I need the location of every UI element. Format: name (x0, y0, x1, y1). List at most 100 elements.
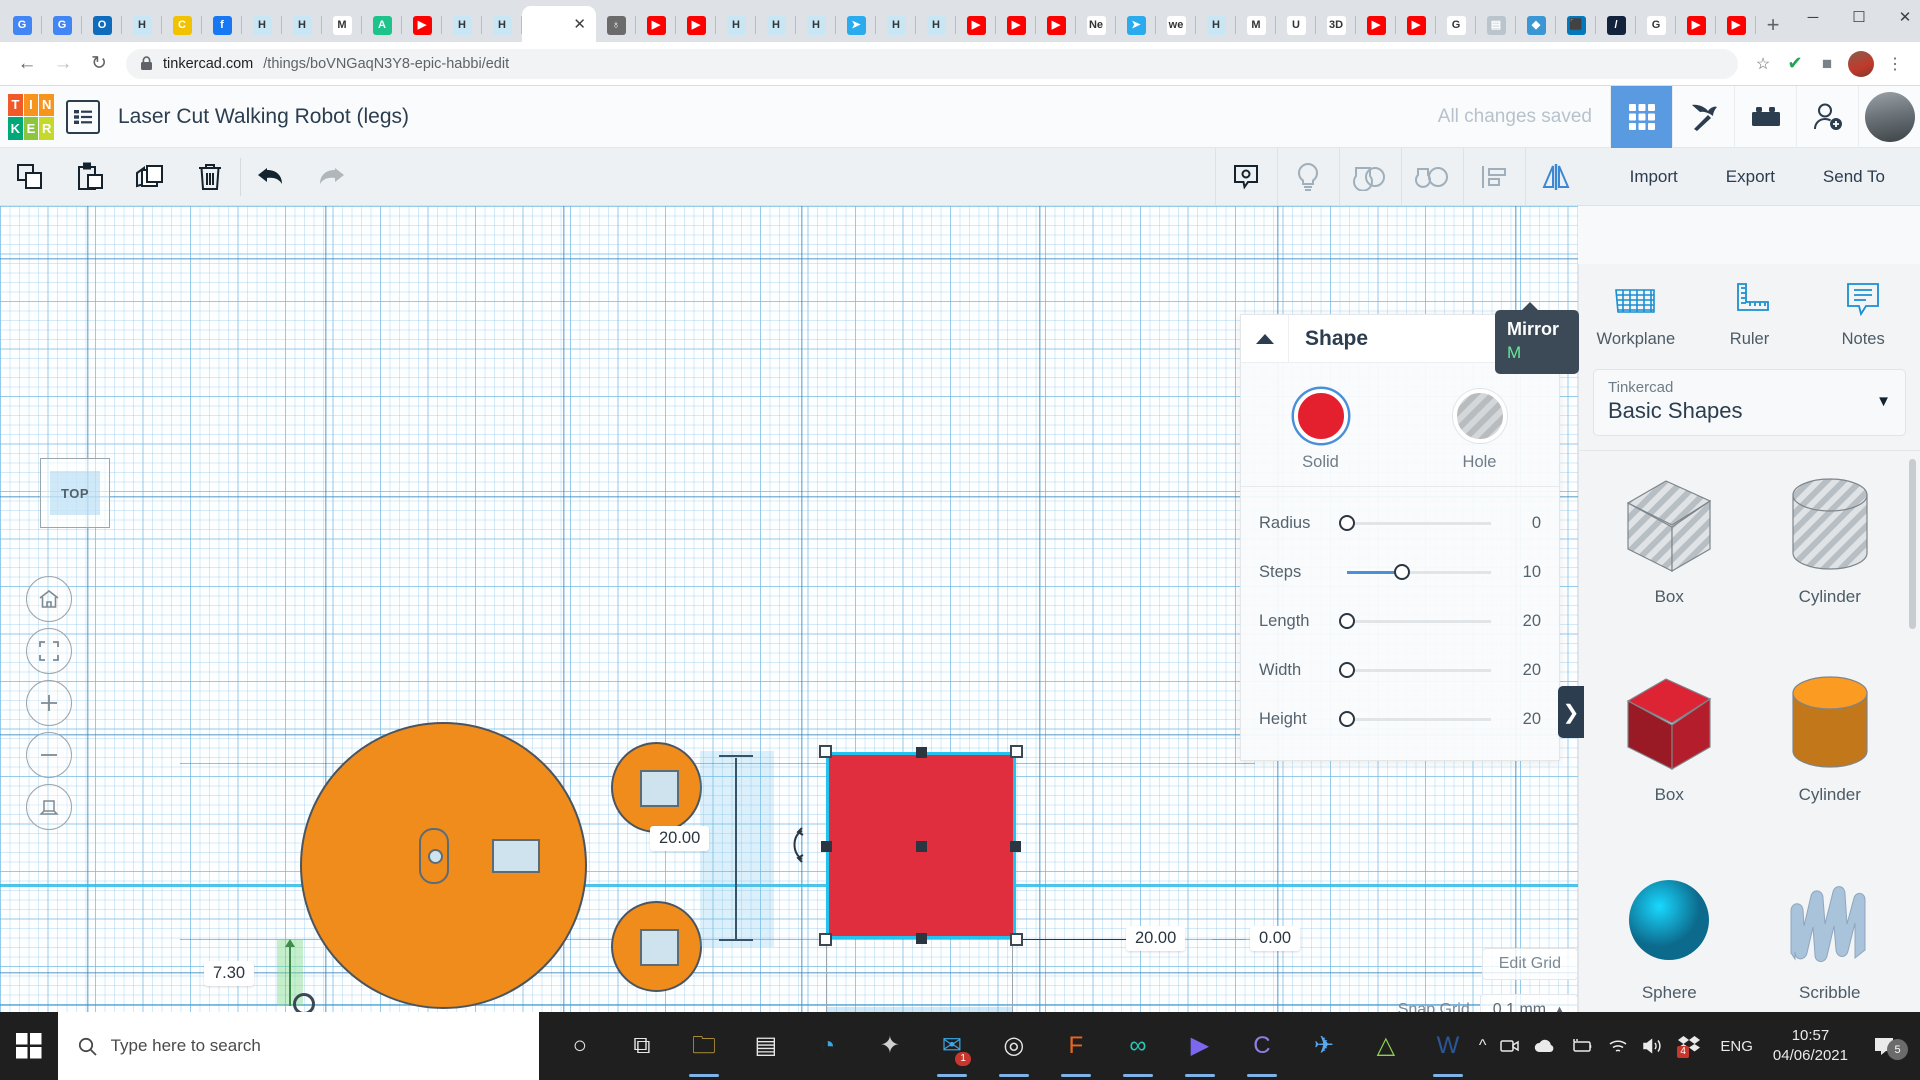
language-indicator[interactable]: ENG (1720, 1038, 1753, 1055)
google-translate-tab[interactable]: G (42, 8, 82, 42)
library-category-select[interactable]: Tinkercad Basic Shapes ▼ (1593, 369, 1906, 436)
height-slider-track[interactable] (1339, 711, 1491, 727)
resize-handle-bl[interactable] (819, 933, 832, 946)
flipgrid-button[interactable]: F (1045, 1012, 1107, 1080)
group-icon[interactable] (1338, 147, 1401, 206)
hole-swatch[interactable] (1452, 389, 1507, 443)
paste-button[interactable] (60, 148, 120, 206)
show-hidden-icons-button[interactable]: ^ (1479, 1037, 1487, 1055)
youtube-tab[interactable]: ▶ (1036, 8, 1076, 42)
width-slider[interactable]: Width 20 (1241, 646, 1559, 695)
edit-grid-button[interactable]: Edit Grid (1481, 948, 1578, 980)
facebook-tab[interactable]: f (202, 8, 242, 42)
lego-brick-icon[interactable] (1734, 85, 1796, 148)
width-dimension-label[interactable]: 20.00 (1126, 926, 1186, 951)
height-slider-knob[interactable] (1339, 711, 1355, 727)
habbo-tab[interactable]: H (242, 8, 282, 42)
grid-view-icon[interactable] (1610, 85, 1672, 148)
3d-tab[interactable]: 3D (1316, 8, 1356, 42)
safety-button[interactable]: △ (1355, 1012, 1417, 1080)
send-to-button[interactable]: Send To (1802, 157, 1906, 197)
wetransfer-tab[interactable]: we (1156, 8, 1196, 42)
rotate-handle[interactable] (784, 826, 810, 869)
library-scrollbar[interactable] (1909, 459, 1916, 629)
length-slider[interactable]: Length 20 (1241, 597, 1559, 646)
panel-collapse-button[interactable]: ❯ (1558, 686, 1584, 738)
hole-option[interactable]: Hole (1400, 389, 1559, 472)
copy-button[interactable] (0, 148, 60, 206)
habbo-tab[interactable]: H (716, 8, 756, 42)
selected-box-shape[interactable] (819, 745, 1023, 946)
redo-button[interactable] (301, 148, 361, 206)
file-explorer-button[interactable]: 🗀 (673, 1012, 735, 1080)
resize-handle-tl[interactable] (819, 745, 832, 758)
url-bar[interactable]: tinkercad.com/things/boVNGaqN3Y8-epic-ha… (126, 48, 1738, 79)
layers-tab[interactable]: ◆ (1516, 8, 1556, 42)
habbo-tab[interactable]: H (122, 8, 162, 42)
panels-toggle-button[interactable] (66, 99, 100, 134)
habbo-tab[interactable]: H (796, 8, 836, 42)
store-button[interactable]: ▤ (735, 1012, 797, 1080)
dropbox-icon[interactable]: 4 (1677, 1035, 1701, 1058)
delete-button[interactable] (180, 148, 240, 206)
width-slider-track[interactable] (1339, 662, 1491, 678)
mirror-icon[interactable] (1524, 147, 1587, 206)
habbo-tab[interactable]: H (482, 8, 522, 42)
lightbulb-icon[interactable] (1276, 147, 1339, 206)
habbo-tab[interactable]: H (916, 8, 956, 42)
invite-user-icon[interactable] (1796, 85, 1858, 148)
task-view-button[interactable]: ○ (549, 1012, 611, 1080)
width-slider-knob[interactable] (1339, 662, 1355, 678)
shape-cylinder-hole[interactable]: Cylinder (1750, 469, 1911, 657)
radius-slider-value[interactable]: 0 (1507, 514, 1541, 533)
taskbar-search[interactable]: Type here to search (57, 1012, 539, 1080)
solid-option[interactable]: Solid (1241, 389, 1400, 472)
minimize-button[interactable]: ─ (1790, 0, 1836, 34)
back-button[interactable]: ← (10, 47, 44, 81)
height-slider[interactable]: Height 20 (1241, 695, 1559, 744)
unity-tab[interactable]: U (1276, 8, 1316, 42)
document-title[interactable]: Laser Cut Walking Robot (legs) (118, 105, 409, 129)
gmail-tab[interactable]: M (1236, 8, 1276, 42)
start-button[interactable] (0, 1012, 58, 1080)
habbo-tab[interactable]: H (442, 8, 482, 42)
small-disc-bottom[interactable] (611, 901, 702, 992)
user-avatar[interactable] (1858, 85, 1920, 148)
infinity-button[interactable]: ∞ (1107, 1012, 1169, 1080)
google-tab[interactable]: G (1436, 8, 1476, 42)
close-window-button[interactable]: ✕ (1882, 0, 1920, 34)
profile-avatar[interactable] (1848, 50, 1874, 77)
height-handle-center[interactable] (916, 840, 927, 852)
ortho-perspective-button[interactable] (26, 784, 72, 830)
telegram-tab[interactable]: ➤ (1116, 8, 1156, 42)
height-dimension-label[interactable]: 20.00 (650, 826, 710, 851)
teams-button[interactable]: C (1231, 1012, 1293, 1080)
tinkercad-tab[interactable]: ✕ (522, 6, 596, 42)
reload-button[interactable]: ↻ (82, 47, 116, 81)
import-button[interactable]: Import (1609, 157, 1699, 197)
google-translate-tab[interactable]: G (2, 8, 42, 42)
resize-handle-tr[interactable] (1010, 745, 1023, 758)
notes-icon[interactable] (1214, 147, 1277, 206)
duplicate-button[interactable] (120, 148, 180, 206)
youtube-tab[interactable]: ▶ (1676, 8, 1716, 42)
solid-color-swatch[interactable] (1293, 389, 1348, 443)
mojang-tab[interactable]: M (322, 8, 362, 42)
shape-box-hole[interactable]: Box (1589, 469, 1750, 657)
youtube-tab[interactable]: ▶ (676, 8, 716, 42)
monzo-tab[interactable]: / (1596, 8, 1636, 42)
chrome-button[interactable]: ◎ (983, 1012, 1045, 1080)
ruler-y-label[interactable]: 7.30 (204, 961, 255, 986)
notification-center-button[interactable]: 5 (1862, 1036, 1908, 1060)
elevation-dimension-label[interactable]: 0.00 (1250, 926, 1301, 951)
length-slider-track[interactable] (1339, 613, 1491, 629)
home-view-button[interactable] (26, 576, 72, 622)
width-slider-value[interactable]: 20 (1507, 661, 1541, 680)
export-button[interactable]: Export (1705, 157, 1796, 197)
store-tab[interactable]: ▤ (1476, 8, 1516, 42)
steps-slider-value[interactable]: 10 (1507, 563, 1541, 582)
steps-slider[interactable]: Steps 10 (1241, 548, 1559, 597)
youtube-tab[interactable]: ▶ (636, 8, 676, 42)
onedrive-icon[interactable] (1534, 1038, 1556, 1054)
camera-icon[interactable] (1500, 1037, 1520, 1055)
